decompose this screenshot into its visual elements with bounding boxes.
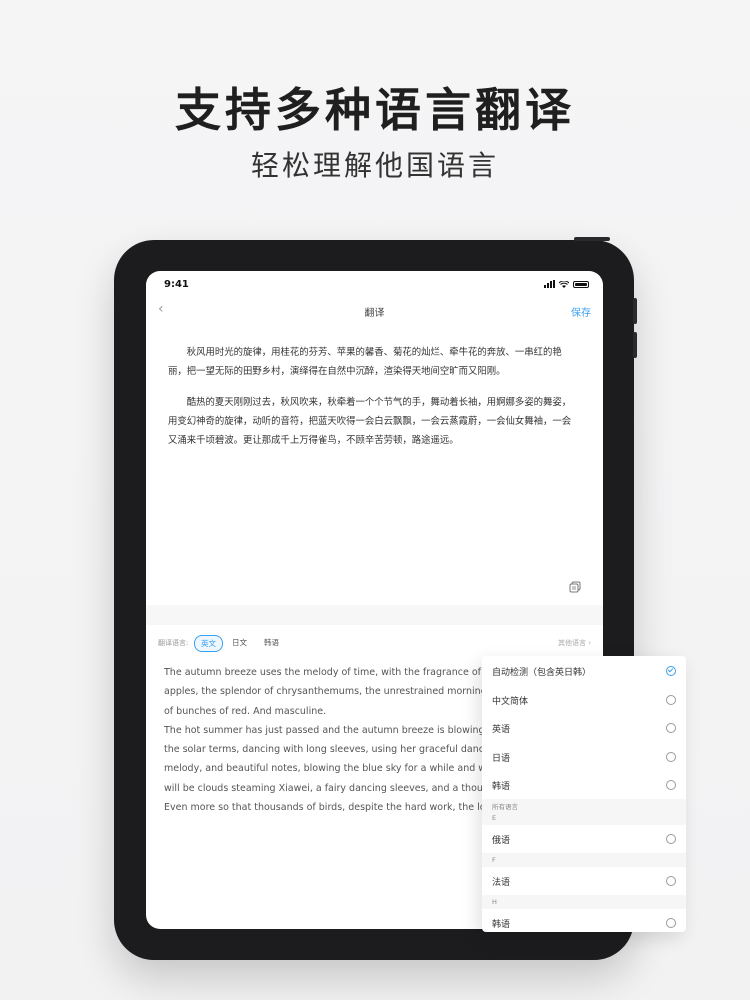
language-label: 翻译语言:	[158, 639, 189, 647]
language-option[interactable]: 韩语	[482, 771, 686, 799]
radio-icon[interactable]	[666, 834, 676, 844]
source-line: 用变幻神奇的旋律，动听的音符，把蓝天吹得一会白云飘飘，一会云蒸霞蔚，一会仙女舞袖…	[168, 416, 572, 427]
source-paragraph: 秋风用时光的旋律，用桂花的芬芳、苹果的馨香、菊花的灿烂、牵牛花的奔放、一串红的艳…	[168, 343, 581, 381]
source-line: 秋风用时光的旋律，用桂花的芬芳、苹果的馨香、菊花的灿烂、牵牛花的奔放、一串红的艳	[186, 347, 562, 358]
promo-headline: 支持多种语言翻译	[175, 83, 575, 137]
radio-icon[interactable]	[666, 751, 676, 762]
language-option-label: 韩语	[492, 920, 511, 930]
language-option[interactable]: 中文简体	[482, 686, 686, 714]
source-paragraph: 酷热的夏天刚刚过去，秋风吹来，秋牵着一个个节气的手，舞动着长袖，用婀娜多姿的舞姿…	[168, 393, 581, 450]
source-line: 又涌来千顷碧波。更让那成千上万得雀鸟，不顾辛苦劳顿，路途遥远。	[168, 435, 459, 446]
section-header: H	[482, 895, 686, 909]
source-line: 酷热的夏天刚刚过去，秋风吹来，秋牵着一个个节气的手，舞动着长袖，用婀娜多姿的舞姿…	[186, 397, 572, 408]
all-languages-header: 所有语言 E	[482, 799, 686, 825]
battery-icon	[573, 280, 589, 288]
power-button	[574, 237, 610, 241]
source-line: 丽，把一望无际的田野乡村，演绎得在自然中沉醉，渲染得天地间空旷而又阳刚。	[168, 366, 506, 377]
status-icons	[544, 280, 589, 288]
all-languages-label: 所有语言	[492, 803, 518, 811]
save-button[interactable]: 保存	[571, 304, 591, 319]
language-option-label: 中文简体	[492, 696, 529, 707]
language-option[interactable]: 俄语	[482, 825, 686, 853]
radio-icon[interactable]	[666, 876, 676, 886]
promo-subline: 轻松理解他国语言	[250, 149, 499, 182]
copy-icon[interactable]	[569, 581, 581, 593]
status-time: 9:41	[164, 279, 189, 290]
radio-icon[interactable]	[666, 694, 676, 705]
section-header: F	[482, 853, 686, 867]
other-languages-link[interactable]: 其他语言 ›	[558, 638, 591, 648]
radio-icon[interactable]	[666, 780, 676, 790]
language-option-label: 韩语	[492, 782, 511, 792]
language-option[interactable]: 韩语	[482, 909, 686, 932]
section-divider	[146, 605, 603, 625]
lang-option-korean[interactable]: 韩语	[258, 635, 285, 650]
language-option-label: 自动检测（包含英日韩）	[492, 668, 592, 678]
language-dropdown: 自动检测（包含英日韩） 中文简体 英语 日语 韩语 所有语言 E 俄语 F 法语 H 韩语	[482, 656, 686, 932]
lang-option-japanese[interactable]: 日文	[226, 635, 253, 650]
language-option[interactable]: 自动检测（包含英日韩）	[482, 657, 686, 685]
page-title: 翻译	[364, 308, 385, 319]
language-option[interactable]: 法语	[482, 867, 686, 895]
volume-down-button	[633, 332, 637, 358]
language-bar: 翻译语言: 英文 日文 韩语 其他语言 ›	[146, 631, 603, 653]
radio-icon[interactable]	[666, 723, 676, 733]
source-text-card[interactable]: 秋风用时光的旋律，用桂花的芬芳、苹果的馨香、菊花的灿烂、牵牛花的奔放、一串红的艳…	[156, 335, 593, 601]
section-letter: E	[492, 814, 497, 822]
language-option-label: 法语	[492, 878, 511, 888]
language-option-label: 俄语	[492, 836, 511, 846]
radio-checked-icon[interactable]	[666, 666, 676, 676]
nav-bar: ‹ 翻译 保存	[146, 299, 603, 325]
language-option-label: 英语	[492, 725, 511, 735]
wifi-icon	[559, 280, 569, 288]
signal-icon	[544, 280, 555, 288]
section-letter: H	[492, 898, 497, 906]
volume-up-button	[633, 298, 637, 324]
language-option[interactable]: 日语	[482, 743, 686, 771]
lang-option-english[interactable]: 英文	[194, 635, 223, 652]
language-option[interactable]: 英语	[482, 714, 686, 742]
radio-icon[interactable]	[666, 918, 676, 928]
source-text[interactable]: 秋风用时光的旋律，用桂花的芬芳、苹果的馨香、菊花的灿烂、牵牛花的奔放、一串红的艳…	[156, 335, 593, 450]
language-option-label: 日语	[492, 753, 511, 764]
section-letter: F	[492, 856, 496, 864]
status-bar: 9:41	[146, 271, 603, 297]
